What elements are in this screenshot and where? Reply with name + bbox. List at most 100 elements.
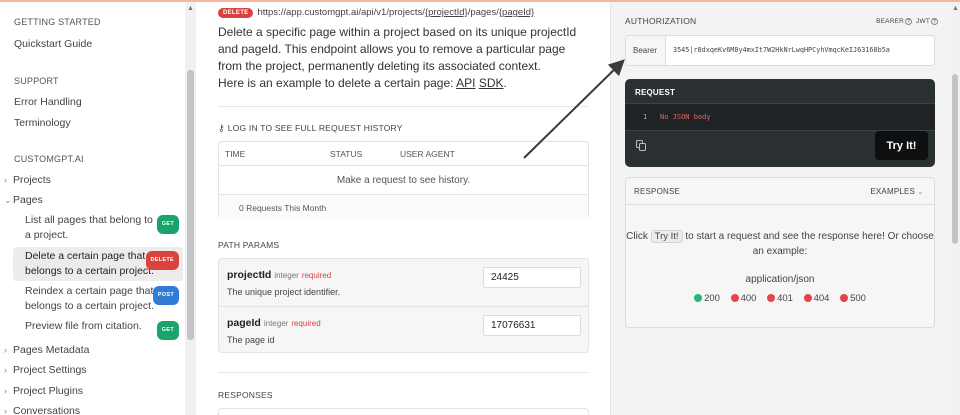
line-number: 1 xyxy=(643,113,648,121)
param-name-text: pageId xyxy=(227,317,261,329)
path-params-form: projectId integer required The unique proj… xyxy=(218,258,589,353)
auth-option-bearer[interactable]: BEARER xyxy=(876,18,904,25)
param-description: The unique project identifier. xyxy=(227,287,341,297)
panel-scrollbar[interactable]: ▲ xyxy=(950,2,960,415)
sidebar-item-pages-metadata[interactable]: › Pages Metadata xyxy=(4,344,89,356)
sidebar-item-terminology[interactable]: Terminology xyxy=(14,117,71,129)
auth-options: BEARER? JWT? xyxy=(876,18,942,25)
section-customgpt: CUSTOMGPT.AI xyxy=(14,154,84,164)
status-code-500[interactable]: 500 xyxy=(840,293,866,304)
section-getting-started: GETTING STARTED xyxy=(14,17,101,27)
scrollbar-thumb[interactable] xyxy=(187,70,194,340)
param-type: integer xyxy=(274,271,299,280)
status-dot xyxy=(767,294,776,302)
sidebar-item-project-plugins[interactable]: › Project Plugins xyxy=(4,385,83,397)
api-link[interactable]: API xyxy=(456,76,475,90)
scrollbar-thumb[interactable] xyxy=(952,74,958,244)
sidebar-item-quickstart[interactable]: Quickstart Guide xyxy=(14,38,92,50)
authorization-header: AUTHORIZATION xyxy=(625,16,697,26)
sidebar-item-label: Conversations xyxy=(13,405,81,415)
url-mid: /pages/ xyxy=(467,7,499,18)
request-count: 0 Requests This Month xyxy=(219,194,588,219)
endpoint-content: DELETE https://app.customgpt.ai/api/v1/pr… xyxy=(196,2,610,415)
status-code-label: 200 xyxy=(704,293,720,304)
chevron-right-icon: › xyxy=(4,175,7,185)
sidebar-item-list-pages[interactable]: List all pages that belong to a project.… xyxy=(13,211,183,245)
status-code-401[interactable]: 401 xyxy=(767,293,793,304)
status-code-404[interactable]: 404 xyxy=(803,293,830,304)
sidebar-item-error-handling[interactable]: Error Handling xyxy=(14,96,82,108)
responses-list xyxy=(218,408,589,415)
request-panel: REQUEST 1 No JSON body Try It! xyxy=(625,79,935,167)
msg-before: Click xyxy=(626,231,651,242)
example-suffix: . xyxy=(503,76,507,90)
chevron-right-icon: › xyxy=(4,406,7,415)
param-description: The page id xyxy=(227,335,275,345)
chevron-right-icon: › xyxy=(4,365,7,375)
response-placeholder: Click Try It! to start a request and see… xyxy=(626,229,934,259)
sidebar-item-conversations[interactable]: › Conversations xyxy=(4,405,80,415)
examples-label: EXAMPLES xyxy=(870,187,916,196)
status-code-label: 401 xyxy=(777,293,793,304)
sidebar-item-reindex-page[interactable]: Reindex a certain page that belongs to a… xyxy=(13,282,183,316)
method-badge-delete: DELETE xyxy=(218,8,254,18)
status-code-200[interactable]: 200 xyxy=(694,293,720,304)
divider xyxy=(218,372,589,373)
try-it-button[interactable]: Try It! xyxy=(875,131,928,160)
sidebar-item-project-settings[interactable]: › Project Settings xyxy=(4,364,87,376)
response-header: RESPONSE EXAMPLES ⌄ xyxy=(626,178,934,205)
col-status: STATUS xyxy=(330,149,363,159)
endpoint-url: DELETE https://app.customgpt.ai/api/v1/pr… xyxy=(218,7,534,19)
sidebar-nav: GETTING STARTED Quickstart Guide SUPPORT… xyxy=(0,2,196,415)
param-row-pageid: pageId integer required The page id xyxy=(219,306,588,352)
sidebar-item-pages[interactable]: ⌄Pages xyxy=(4,194,43,206)
param-required: required xyxy=(301,271,332,280)
response-header-label: RESPONSE xyxy=(634,187,681,196)
status-code-label: 404 xyxy=(813,293,830,304)
examples-dropdown[interactable]: EXAMPLES ⌄ xyxy=(870,187,924,196)
projectid-input[interactable] xyxy=(483,267,581,288)
auth-option-jwt[interactable]: JWT xyxy=(916,18,930,25)
status-code-label: 400 xyxy=(740,293,757,304)
history-header[interactable]: ⚷ LOG IN TO SEE FULL REQUEST HISTORY xyxy=(218,123,403,134)
auth-token-value[interactable]: 3545|r8dxqeKv6M8y4mxIt7W2HkNrLwqHPCyhVmq… xyxy=(673,46,890,54)
request-body-text: No JSON body xyxy=(660,113,711,121)
url-project-param: {projectId} xyxy=(424,7,468,18)
status-code-400[interactable]: 400 xyxy=(730,293,757,304)
request-history-table: TIME STATUS USER AGENT Make a request to… xyxy=(218,141,589,219)
divider xyxy=(218,106,589,107)
param-name: pageId integer required xyxy=(227,317,321,329)
method-badge-post: POST xyxy=(152,286,179,305)
history-header-label: LOG IN TO SEE FULL REQUEST HISTORY xyxy=(227,123,403,133)
chevron-down-icon: ⌄ xyxy=(917,187,924,196)
sidebar-item-label: Pages Metadata xyxy=(13,344,90,356)
status-dot xyxy=(730,294,739,302)
status-dot xyxy=(803,294,812,302)
example-status-codes: 200 400 401 404 500 xyxy=(626,293,934,304)
pageid-input[interactable] xyxy=(483,315,581,336)
endpoint-description: Delete a specific page within a project … xyxy=(218,24,588,92)
help-icon[interactable]: ? xyxy=(931,18,938,25)
param-name-text: projectId xyxy=(227,269,272,281)
sidebar-item-projects[interactable]: › Projects xyxy=(4,174,51,186)
status-dot xyxy=(840,294,849,302)
sidebar-item-delete-page[interactable]: Delete a certain page that belongs to a … xyxy=(13,247,183,281)
sidebar-scrollbar[interactable]: ▲ xyxy=(185,2,196,415)
scroll-up-icon[interactable]: ▲ xyxy=(952,5,959,12)
history-columns: TIME STATUS USER AGENT xyxy=(219,142,588,166)
try-it-panel: AUTHORIZATION BEARER? JWT? Bearer 3545|r8… xyxy=(610,2,960,415)
col-user-agent: USER AGENT xyxy=(400,149,455,159)
key-icon: ⚷ xyxy=(218,123,225,133)
request-header-label: REQUEST xyxy=(635,88,676,97)
method-badge-get: GET xyxy=(156,215,179,234)
response-mime-type: application/json xyxy=(745,274,815,285)
copy-icon[interactable] xyxy=(636,140,646,151)
scroll-up-icon[interactable]: ▲ xyxy=(187,5,194,12)
sdk-link[interactable]: SDK xyxy=(479,76,504,90)
auth-token-field[interactable]: Bearer 3545|r8dxqeKv6M8y4mxIt7W2HkNrLwqH… xyxy=(625,35,935,66)
request-code: 1 No JSON body xyxy=(625,104,935,131)
param-row-projectid: projectId integer required The unique proj… xyxy=(219,259,588,305)
help-icon[interactable]: ? xyxy=(905,18,913,25)
sidebar-item-preview-file[interactable]: Preview file from citation. GET xyxy=(13,317,183,340)
section-support: SUPPORT xyxy=(14,76,59,86)
